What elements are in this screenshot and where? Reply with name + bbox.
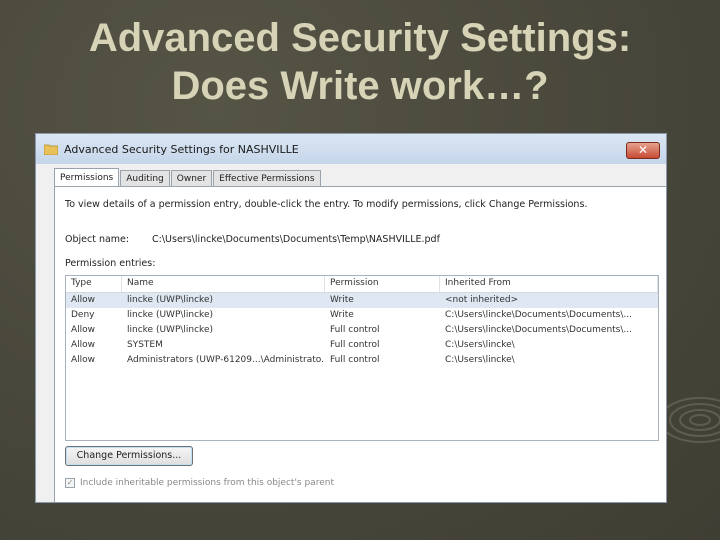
cell-name: Administrators (UWP-61209...\Administrat… — [127, 355, 325, 365]
permission-entries-label: Permission entries: — [65, 258, 156, 269]
change-permissions-button[interactable]: Change Permissions... — [65, 446, 193, 466]
table-row[interactable]: Allow lincke (UWP\lincke) Full control C… — [66, 323, 658, 338]
window-titlebar[interactable]: Advanced Security Settings for NASHVILLE… — [36, 134, 666, 164]
cell-inherited-from: C:\Users\lincke\ — [445, 355, 515, 365]
table-row[interactable]: Allow SYSTEM Full control C:\Users\linck… — [66, 338, 658, 353]
instructions-text: To view details of a permission entry, d… — [65, 199, 588, 210]
cell-name: lincke (UWP\lincke) — [127, 295, 213, 305]
close-button[interactable]: ✕ — [626, 142, 660, 159]
column-header-name[interactable]: Name — [122, 276, 325, 292]
tab-auditing[interactable]: Auditing — [120, 170, 170, 186]
cell-permission: Full control — [330, 355, 380, 365]
cell-inherited-from: C:\Users\lincke\Documents\Documents\... — [445, 310, 632, 320]
tab-owner[interactable]: Owner — [170, 170, 213, 186]
cell-type: Allow — [71, 295, 96, 305]
permissions-panel: To view details of a permission entry, d… — [54, 186, 666, 502]
cell-permission: Write — [330, 310, 354, 320]
inherit-permissions-checkbox[interactable]: ✓ — [65, 478, 75, 488]
security-settings-window: Advanced Security Settings for NASHVILLE… — [35, 133, 667, 503]
cell-inherited-from: C:\Users\lincke\Documents\Documents\... — [445, 325, 632, 335]
tab-permissions[interactable]: Permissions — [54, 168, 120, 186]
object-name-label: Object name: — [65, 234, 130, 245]
folder-icon — [44, 144, 58, 155]
cell-type: Deny — [71, 310, 95, 320]
cell-inherited-from: <not inherited> — [445, 295, 519, 305]
slide-title-line2: Does Write work…? — [171, 64, 549, 108]
cell-type: Allow — [71, 340, 96, 350]
slide-title-line1: Advanced Security Settings: — [88, 16, 632, 60]
cell-type: Allow — [71, 325, 96, 335]
cell-name: lincke (UWP\lincke) — [127, 325, 213, 335]
object-name-value: C:\Users\lincke\Documents\Documents\Temp… — [152, 234, 440, 245]
inherit-permissions-label: Include inheritable permissions from thi… — [80, 478, 334, 488]
cell-permission: Full control — [330, 340, 380, 350]
table-row[interactable]: Deny lincke (UWP\lincke) Write C:\Users\… — [66, 308, 658, 323]
cell-name: SYSTEM — [127, 340, 163, 350]
column-header-permission[interactable]: Permission — [325, 276, 440, 292]
close-icon: ✕ — [637, 143, 649, 157]
slide-title: Advanced Security Settings: Does Write w… — [0, 14, 720, 110]
table-row[interactable]: Allow Administrators (UWP-61209...\Admin… — [66, 353, 658, 368]
cell-permission: Full control — [330, 325, 380, 335]
permission-entries-list[interactable]: Type Name Permission Inherited From Allo… — [65, 275, 659, 441]
cell-name: lincke (UWP\lincke) — [127, 310, 213, 320]
tab-bar: Permissions Auditing Owner Effective Per… — [54, 168, 322, 187]
column-header-type[interactable]: Type — [66, 276, 122, 292]
cell-type: Allow — [71, 355, 96, 365]
window-title: Advanced Security Settings for NASHVILLE — [64, 143, 299, 156]
list-header: Type Name Permission Inherited From — [66, 276, 658, 293]
inherit-permissions-option: ✓ Include inheritable permissions from t… — [65, 478, 334, 488]
column-header-inherited-from[interactable]: Inherited From — [440, 276, 658, 292]
tab-effective-permissions[interactable]: Effective Permissions — [213, 170, 321, 186]
cell-inherited-from: C:\Users\lincke\ — [445, 340, 515, 350]
cell-permission: Write — [330, 295, 354, 305]
table-row[interactable]: Allow lincke (UWP\lincke) Write <not inh… — [66, 293, 658, 308]
